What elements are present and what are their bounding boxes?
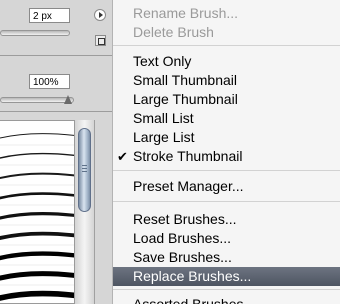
new-preset-button[interactable]: [95, 35, 106, 46]
menu-item-stroke-thumbnail[interactable]: ✔ Stroke Thumbnail: [113, 147, 340, 166]
diameter-field[interactable]: 2 px: [29, 8, 70, 23]
brush-stroke-preview[interactable]: [0, 212, 75, 220]
brush-stroke-preview[interactable]: [0, 152, 75, 159]
brush-preset-list[interactable]: [0, 120, 75, 304]
spacing-field[interactable]: 100%: [29, 74, 70, 89]
menu-item-save-brushes[interactable]: Save Brushes...: [113, 248, 340, 267]
brush-strokes: [0, 133, 75, 301]
menu-item-label: Stroke Thumbnail: [133, 148, 243, 164]
menu-item-load-brushes[interactable]: Load Brushes...: [113, 229, 340, 248]
menu-item-reset-brushes[interactable]: Reset Brushes...: [113, 210, 340, 229]
menu-separator: [113, 45, 340, 46]
menu-item-delete-brush: Delete Brush: [133, 24, 214, 40]
brush-stroke-preview[interactable]: [0, 133, 75, 139]
menu-item-assorted-brushes[interactable]: Assorted Brushes: [113, 295, 340, 304]
brush-list-scrollbar[interactable]: [75, 120, 95, 304]
menu-item-rename-brush: Rename Brush...: [133, 5, 239, 21]
brush-stroke-preview[interactable]: [0, 251, 75, 261]
panel-menu-button[interactable]: [94, 9, 106, 21]
menu-item-large-thumbnail[interactable]: Large Thumbnail: [113, 90, 340, 109]
panel-divider: [0, 111, 112, 112]
spacing-slider-knob[interactable]: [64, 95, 72, 104]
menu-item-small-thumbnail[interactable]: Small Thumbnail: [113, 71, 340, 90]
brush-stroke-preview[interactable]: [0, 271, 75, 281]
brushes-panel: 2 px 100%: [0, 0, 112, 304]
diameter-slider[interactable]: [0, 30, 70, 36]
menu-separator: [113, 289, 340, 290]
brush-stroke-preview[interactable]: [0, 290, 75, 301]
brush-stroke-preview[interactable]: [0, 231, 75, 241]
menu-separator: [113, 170, 340, 171]
panel-divider: [0, 55, 112, 56]
menu-separator: [113, 201, 340, 202]
menu-item-replace-brushes[interactable]: Replace Brushes...: [113, 267, 340, 286]
menu-item-preset-manager[interactable]: Preset Manager...: [113, 177, 340, 196]
brush-stroke-preview[interactable]: [0, 192, 75, 200]
scrollbar-thumb[interactable]: [78, 128, 91, 212]
brush-stroke-preview[interactable]: [0, 172, 75, 180]
menu-item-small-list[interactable]: Small List: [113, 109, 340, 128]
brushes-panel-menu: Rename Brush... Delete Brush Text Only S…: [112, 0, 340, 304]
spacing-slider[interactable]: [0, 97, 74, 103]
menu-item-large-list[interactable]: Large List: [113, 128, 340, 147]
menu-item-text-only[interactable]: Text Only: [113, 52, 340, 71]
checkmark-icon: ✔: [117, 149, 128, 164]
